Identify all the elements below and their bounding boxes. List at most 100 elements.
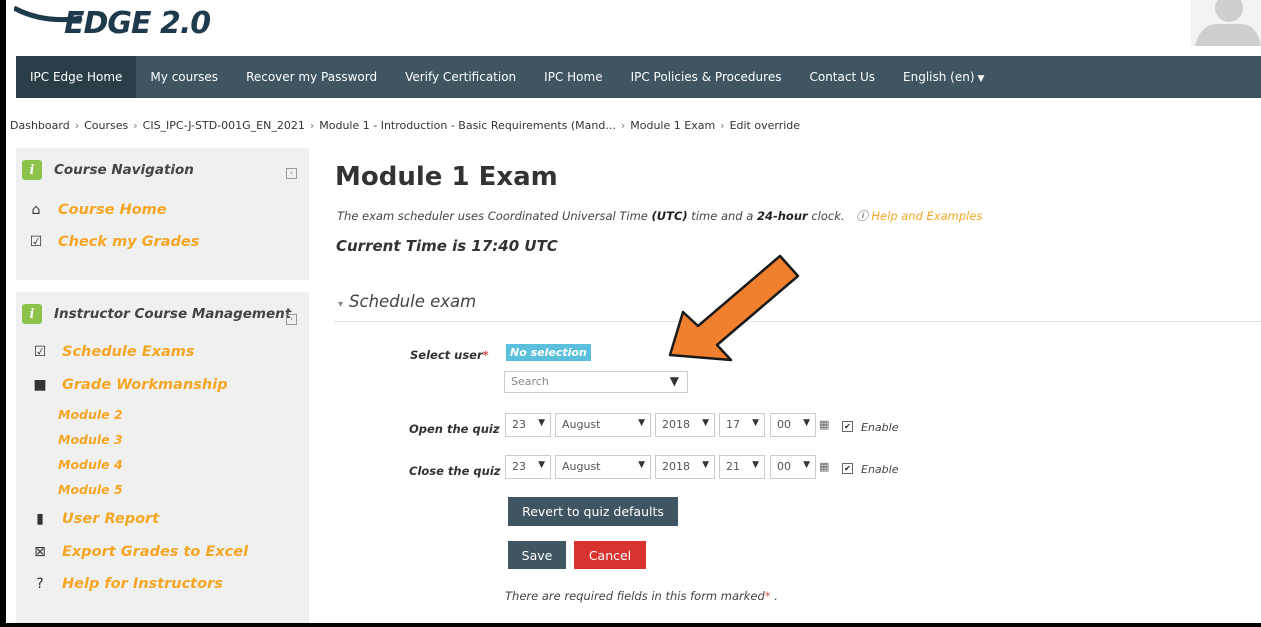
close-day-value: 23 bbox=[512, 460, 526, 473]
open-enable-checkbox[interactable]: ✔ bbox=[842, 421, 853, 432]
nav-contact-us[interactable]: Contact Us bbox=[795, 56, 889, 98]
open-hour-value: 17 bbox=[726, 418, 740, 431]
breadcrumb-item[interactable]: Dashboard bbox=[10, 119, 70, 132]
required-note-end: . bbox=[770, 589, 778, 603]
export-grades-link[interactable]: ⊠ Export Grades to Excel bbox=[32, 544, 248, 560]
check-grades-label: Check my Grades bbox=[58, 234, 200, 250]
caret-down-icon: ▼ bbox=[702, 418, 709, 428]
open-quiz-label: Open the quiz bbox=[409, 422, 500, 436]
caret-down-icon: ▼ bbox=[538, 460, 545, 470]
help-instructors-label: Help for Instructors bbox=[62, 576, 223, 592]
instructor-management-block: i Instructor Course Management ‹ ☑ Schedu… bbox=[16, 292, 309, 623]
caret-down-icon: ▼ bbox=[752, 460, 759, 470]
open-month-select[interactable]: August ▼ bbox=[555, 413, 651, 437]
note-24-hour: 24-hour bbox=[756, 209, 808, 223]
checkbox-icon: ☑ bbox=[29, 234, 43, 250]
excel-icon: ⊠ bbox=[34, 544, 46, 560]
course-home-label: Course Home bbox=[58, 202, 167, 218]
collapse-icon[interactable]: ‹ bbox=[286, 168, 297, 179]
help-instructors-link[interactable]: ? Help for Instructors bbox=[32, 576, 223, 592]
help-icon: ? bbox=[36, 576, 44, 592]
close-enable-checkbox[interactable]: ✔ bbox=[842, 463, 853, 474]
calendar-icon[interactable]: ▦ bbox=[819, 460, 829, 473]
chevron-right-icon: › bbox=[720, 119, 725, 132]
module-2-link[interactable]: Module 2 bbox=[58, 407, 123, 422]
breadcrumb-item[interactable]: CIS_IPC-J-STD-001G_EN_2021 bbox=[143, 119, 305, 132]
chevron-right-icon: › bbox=[620, 119, 626, 132]
open-minute-value: 00 bbox=[777, 418, 791, 431]
calendar-icon[interactable]: ▦ bbox=[819, 418, 829, 431]
cancel-button[interactable]: Cancel bbox=[574, 541, 646, 569]
module-4-link[interactable]: Module 4 bbox=[58, 457, 123, 472]
close-enable-label: Enable bbox=[861, 463, 899, 476]
scheduler-note: The exam scheduler uses Coordinated Univ… bbox=[337, 208, 982, 224]
save-button[interactable]: Save bbox=[508, 541, 566, 569]
current-time: Current Time is 17:40 UTC bbox=[336, 237, 558, 255]
nav-ipc-edge-home[interactable]: IPC Edge Home bbox=[16, 56, 137, 98]
site-logo[interactable]: EDGE 2.0 bbox=[6, 0, 266, 48]
required-fields-note: There are required fields in this form m… bbox=[505, 589, 778, 603]
user-search-select[interactable]: Search ▼ bbox=[504, 371, 688, 393]
nav-ipc-home[interactable]: IPC Home bbox=[530, 56, 616, 98]
user-avatar-icon[interactable] bbox=[1191, 0, 1261, 46]
select-user-text: Select user bbox=[410, 348, 483, 362]
close-hour-select[interactable]: 21 ▼ bbox=[719, 455, 765, 479]
export-grades-label: Export Grades to Excel bbox=[62, 544, 249, 560]
nav-verify-certification[interactable]: Verify Certification bbox=[391, 56, 530, 98]
course-home-link[interactable]: ⌂ Course Home bbox=[28, 202, 167, 218]
open-hour-select[interactable]: 17 ▼ bbox=[719, 413, 765, 437]
note-utc: (UTC) bbox=[651, 209, 688, 223]
schedule-exam-section-toggle[interactable]: ▾ Schedule exam bbox=[338, 292, 476, 311]
close-year-select[interactable]: 2018 ▼ bbox=[655, 455, 715, 479]
chip-icon: ■ bbox=[33, 377, 47, 393]
open-year-select[interactable]: 2018 ▼ bbox=[655, 413, 715, 437]
nav-recover-password[interactable]: Recover my Password bbox=[232, 56, 391, 98]
close-minute-select[interactable]: 00 ▼ bbox=[770, 455, 816, 479]
module-3-link[interactable]: Module 3 bbox=[58, 432, 123, 447]
nav-ipc-policies[interactable]: IPC Policies & Procedures bbox=[617, 56, 796, 98]
module-5-link[interactable]: Module 5 bbox=[58, 482, 123, 497]
open-day-select[interactable]: 23 ▼ bbox=[505, 413, 551, 437]
chevron-right-icon: › bbox=[74, 119, 80, 132]
caret-down-icon: ▼ bbox=[702, 460, 709, 470]
page-frame: EDGE 2.0 IPC Edge Home My courses Recove… bbox=[6, 0, 1261, 623]
home-icon: ⌂ bbox=[31, 202, 41, 218]
user-report-link[interactable]: ▮ User Report bbox=[32, 511, 159, 527]
breadcrumb-item[interactable]: Module 1 - Introduction - Basic Requirem… bbox=[319, 119, 616, 132]
caret-down-icon: ▼ bbox=[669, 374, 679, 388]
nav-my-courses[interactable]: My courses bbox=[136, 56, 232, 98]
calendar-check-icon: ☑ bbox=[33, 344, 47, 360]
close-year-value: 2018 bbox=[662, 460, 690, 473]
course-navigation-block: i Course Navigation ‹ ⌂ Course Home ☑ Chec… bbox=[16, 148, 309, 280]
close-month-value: August bbox=[562, 460, 601, 473]
open-day-value: 23 bbox=[512, 418, 526, 431]
close-day-select[interactable]: 23 ▼ bbox=[505, 455, 551, 479]
collapse-icon[interactable]: ‹ bbox=[286, 314, 297, 325]
grade-workmanship-link[interactable]: ■ Grade Workmanship bbox=[32, 377, 227, 393]
chevron-right-icon: › bbox=[309, 119, 315, 132]
info-icon: i bbox=[22, 304, 42, 324]
logo-text: EDGE 2.0 bbox=[64, 6, 211, 41]
breadcrumb-item[interactable]: Courses bbox=[84, 119, 128, 132]
required-note-text: There are required fields in this form m… bbox=[505, 589, 765, 603]
caret-down-icon: ▼ bbox=[803, 460, 810, 470]
caret-down-icon: ▼ bbox=[803, 418, 810, 428]
schedule-exams-link[interactable]: ☑ Schedule Exams bbox=[32, 344, 195, 360]
caret-down-icon: ▼ bbox=[538, 418, 545, 428]
language-label: English (en) bbox=[903, 70, 975, 84]
open-minute-select[interactable]: 00 ▼ bbox=[770, 413, 816, 437]
language-menu[interactable]: English (en) ▼ bbox=[889, 56, 998, 98]
breadcrumb-item-current: Edit override bbox=[729, 119, 801, 132]
help-examples-link[interactable]: Help and Examples bbox=[871, 209, 982, 223]
course-navigation-title: Course Navigation bbox=[54, 162, 194, 178]
revert-defaults-button[interactable]: Revert to quiz defaults bbox=[508, 497, 678, 526]
check-grades-link[interactable]: ☑ Check my Grades bbox=[28, 234, 200, 250]
close-minute-value: 00 bbox=[777, 460, 791, 473]
close-month-select[interactable]: August ▼ bbox=[555, 455, 651, 479]
select-user-label: Select user* bbox=[410, 348, 489, 362]
collapse-triangle-icon: ▾ bbox=[338, 299, 344, 310]
caret-down-icon: ▼ bbox=[752, 418, 759, 428]
required-icon: * bbox=[482, 348, 489, 362]
chevron-right-icon: › bbox=[133, 119, 138, 132]
breadcrumb-item[interactable]: Module 1 Exam bbox=[630, 119, 715, 132]
